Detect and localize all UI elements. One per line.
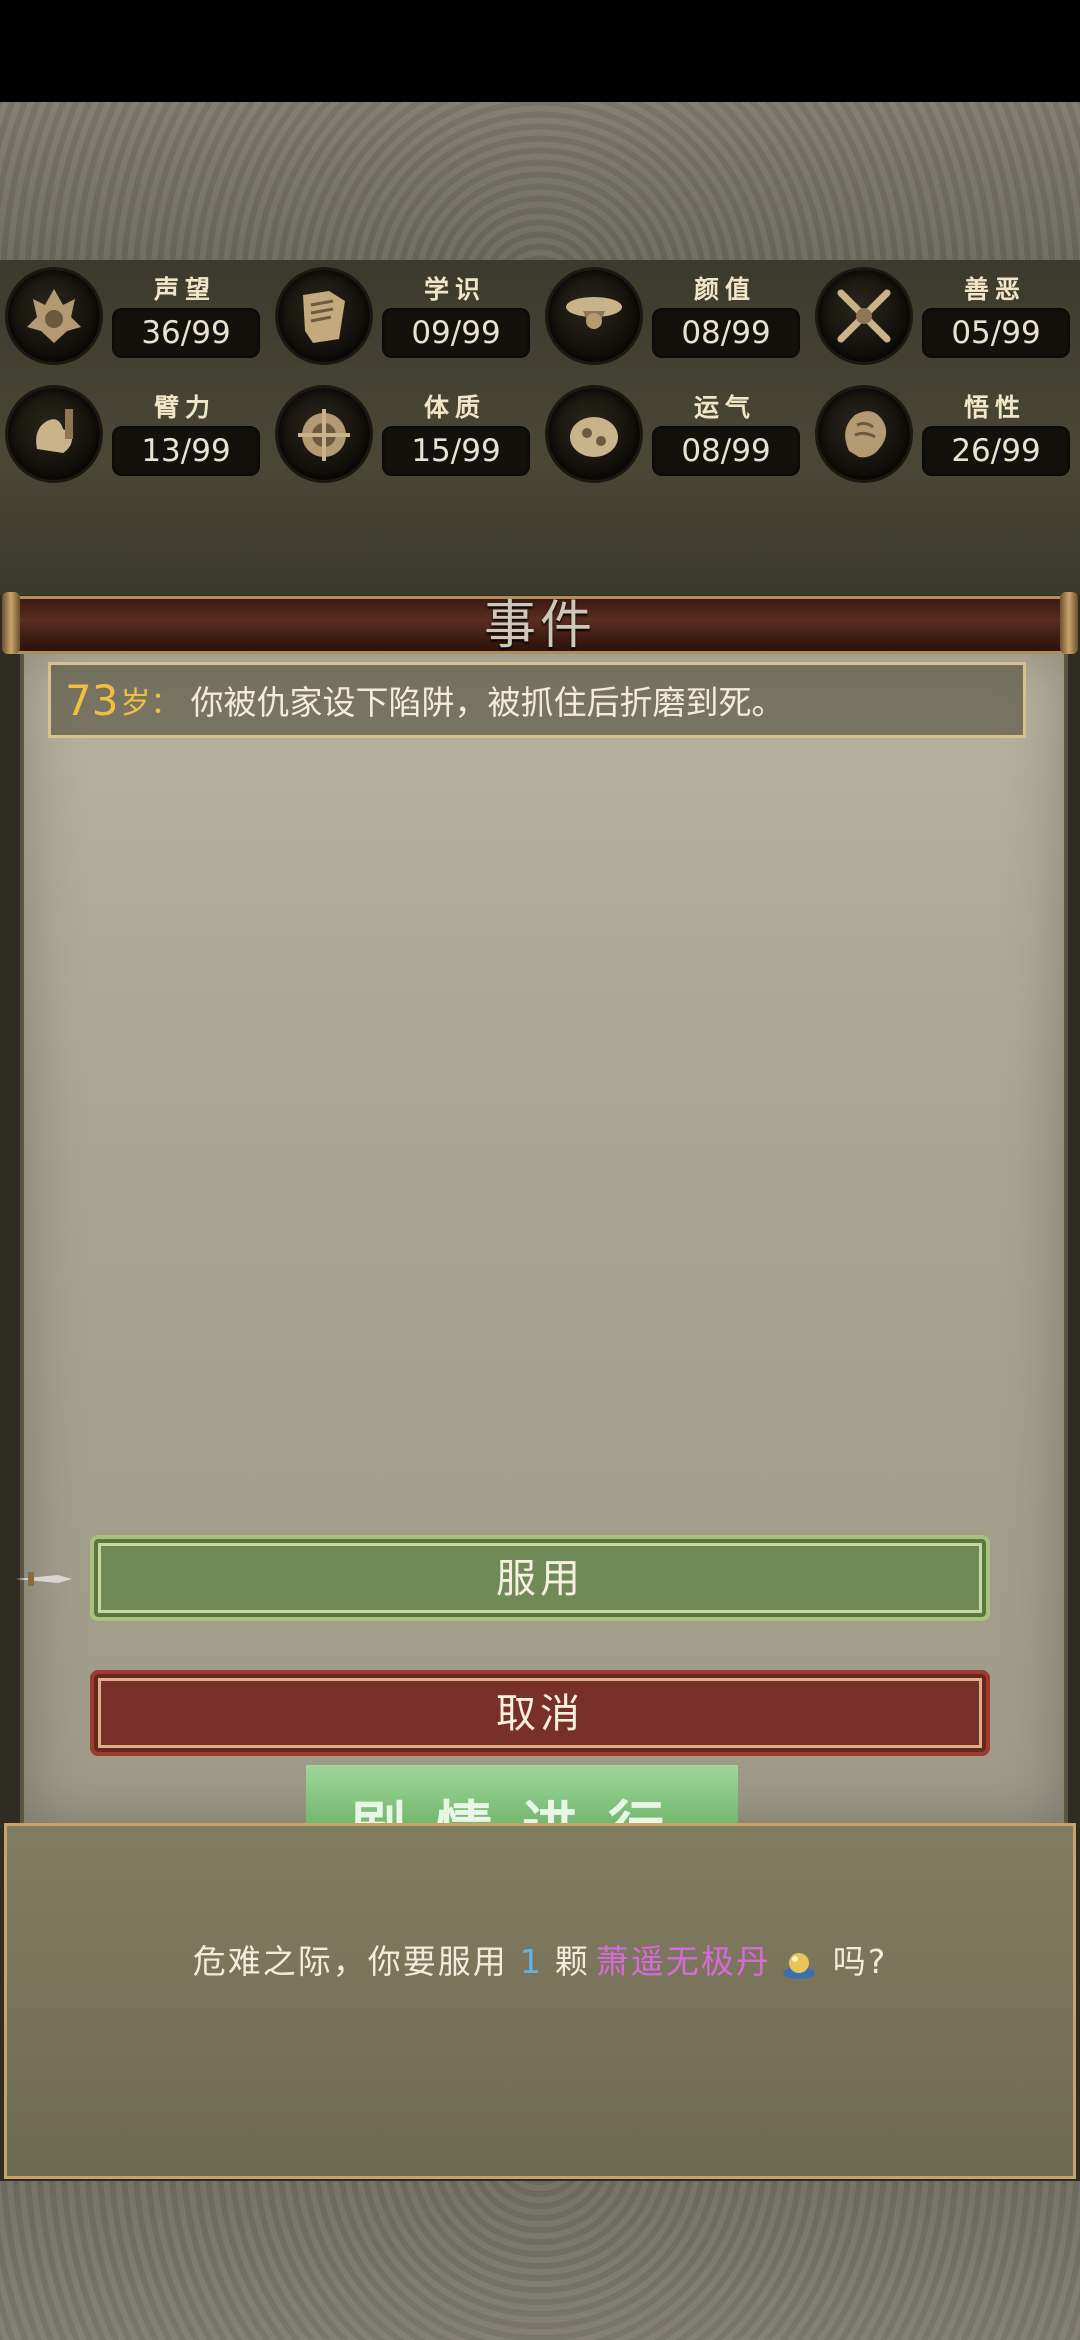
stat-appearance: 颜值 08/99 (540, 260, 810, 370)
story-progress-tab[interactable]: 剧情进行 (306, 1765, 738, 1825)
pill-icon (782, 1952, 815, 1979)
dialog-measure: 颗 (554, 1942, 590, 1981)
stat-value: 26/99 (922, 426, 1070, 476)
stat-constitution: 体质 15/99 (270, 378, 540, 488)
stats-panel: 声望 36/99 学识 09/99 颜值 08/99 善恶 05/99 臂力 1… (0, 260, 1080, 595)
status-bar (0, 0, 1080, 102)
stat-morality: 善恶 05/99 (810, 260, 1080, 370)
confirm-dialog (4, 1823, 1076, 2179)
stat-value: 13/99 (112, 426, 260, 476)
stat-name: 声望 (153, 275, 216, 304)
morality-icon (818, 270, 910, 362)
luck-icon (548, 388, 640, 480)
stat-value: 36/99 (112, 308, 260, 358)
event-age-unit: 岁： (120, 686, 181, 721)
sword-pointer-icon (16, 1572, 72, 1586)
stat-name: 臂力 (153, 393, 216, 422)
event-text: 你被仇家设下陷阱，被抓住后折磨到死。 (190, 683, 785, 722)
event-age: 73 (65, 675, 119, 725)
stat-name: 运气 (693, 393, 756, 422)
dialog-prefix: 危难之际，你要服用 (192, 1942, 508, 1981)
stat-value: 09/99 (382, 308, 530, 358)
stat-name: 悟性 (963, 393, 1026, 422)
dialog-item-name: 萧遥无极丹 (595, 1942, 771, 1981)
top-decorative-band (0, 102, 1080, 260)
dialog-count: 1 (519, 1942, 543, 1981)
dialog-message: 危难之际，你要服用 1 颗萧遥无极丹 吗? (0, 1935, 1080, 1983)
story-progress-label: 剧情进行 (306, 1783, 738, 1825)
stat-luck: 运气 08/99 (540, 378, 810, 488)
bottom-decorative-band (0, 2181, 1080, 2340)
strength-icon (8, 388, 100, 480)
reputation-icon (8, 270, 100, 362)
stat-reputation: 声望 36/99 (0, 260, 270, 370)
stat-name: 体质 (423, 393, 486, 422)
knowledge-icon (278, 270, 370, 362)
appearance-icon (548, 270, 640, 362)
use-button[interactable]: 服用 (90, 1535, 990, 1621)
stat-name: 颜值 (693, 275, 756, 304)
stat-name: 善恶 (963, 275, 1026, 304)
stat-value: 05/99 (922, 308, 1070, 358)
stat-strength: 臂力 13/99 (0, 378, 270, 488)
stat-value: 08/99 (652, 426, 800, 476)
comprehension-icon (818, 388, 910, 480)
dialog-suffix: 吗? (832, 1942, 888, 1981)
stat-knowledge: 学识 09/99 (270, 260, 540, 370)
cancel-button[interactable]: 取消 (90, 1670, 990, 1756)
event-entry: 73 岁： 你被仇家设下陷阱，被抓住后折磨到死。 (48, 662, 1026, 738)
stat-comprehension: 悟性 26/99 (810, 378, 1080, 488)
stat-name: 学识 (423, 275, 486, 304)
stat-value: 15/99 (382, 426, 530, 476)
event-title: 事件 (483, 596, 596, 656)
scroll-paper (20, 650, 1068, 1825)
stat-value: 08/99 (652, 308, 800, 358)
constitution-icon (278, 388, 370, 480)
